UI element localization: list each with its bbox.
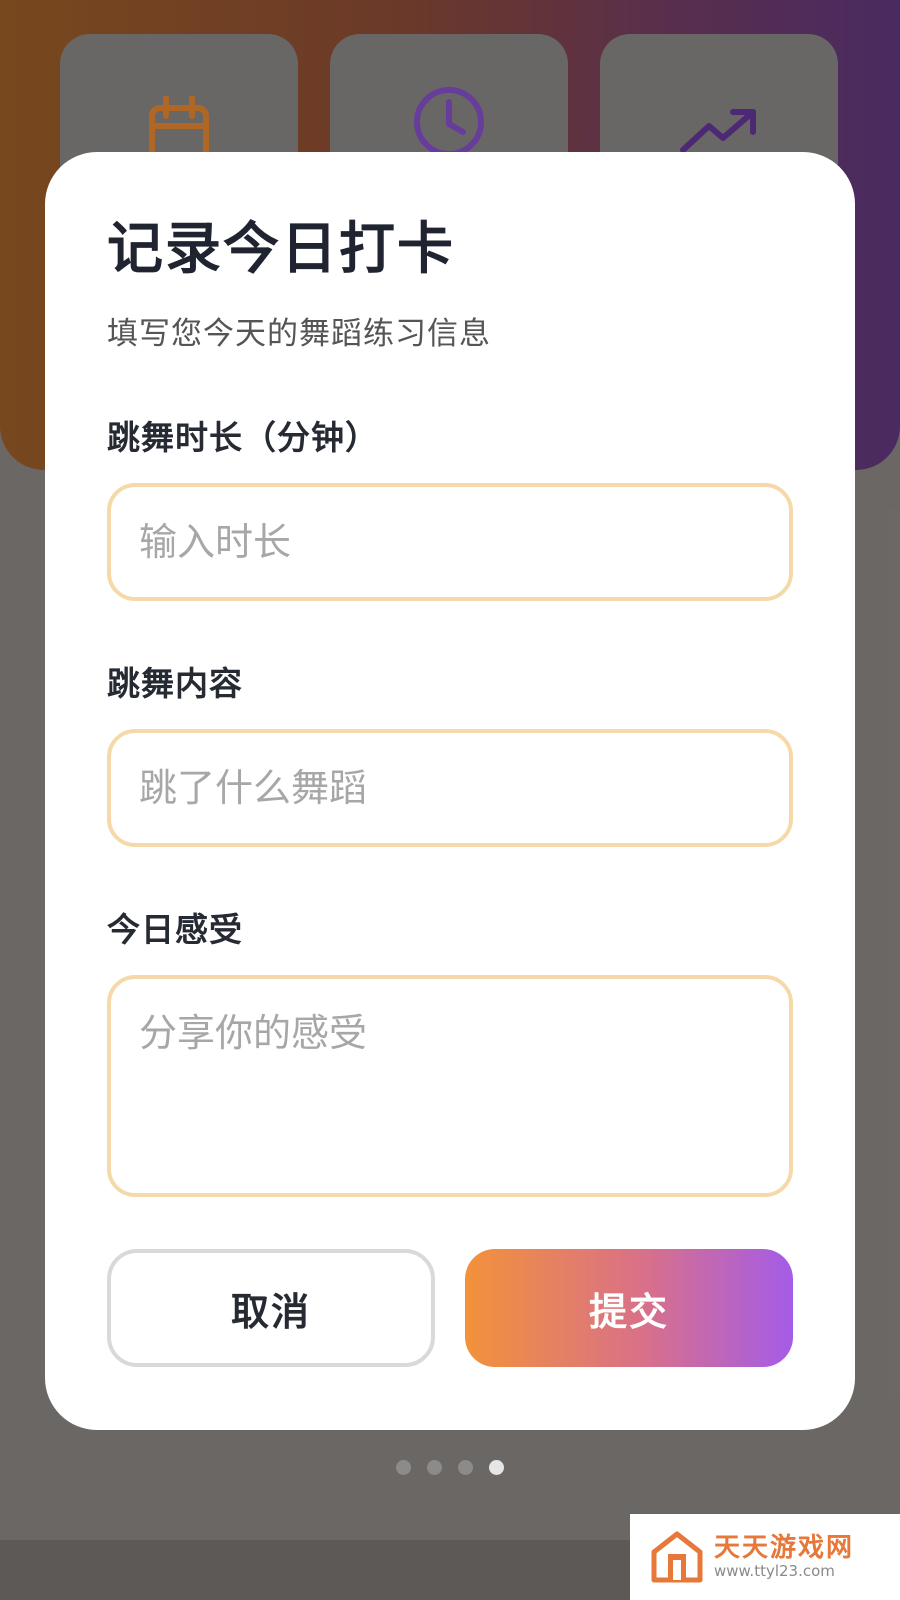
- content-input[interactable]: [107, 729, 793, 847]
- content-label: 跳舞内容: [107, 664, 243, 703]
- page-dot[interactable]: [396, 1460, 411, 1475]
- submit-button[interactable]: 提交: [465, 1249, 793, 1367]
- checkin-dialog: 记录今日打卡 填写您今天的舞蹈练习信息 跳舞时长（分钟） 跳舞内容 今日感受 取…: [45, 152, 855, 1430]
- duration-input[interactable]: [107, 483, 793, 601]
- duration-label: 跳舞时长（分钟）: [107, 418, 379, 457]
- feeling-label: 今日感受: [107, 910, 243, 949]
- watermark-name: 天天游戏网: [714, 1532, 855, 1563]
- watermark: 天天游戏网 www.ttyl23.com: [630, 1514, 900, 1600]
- dialog-subtitle: 填写您今天的舞蹈练习信息: [107, 316, 491, 352]
- dialog-actions: 取消 提交: [107, 1249, 793, 1367]
- page-indicator: [0, 1460, 900, 1475]
- page-dot[interactable]: [427, 1460, 442, 1475]
- watermark-url: www.ttyl23.com: [714, 1562, 835, 1581]
- dialog-title: 记录今日打卡: [107, 217, 455, 282]
- page-dot[interactable]: [458, 1460, 473, 1475]
- cancel-button[interactable]: 取消: [107, 1249, 435, 1367]
- feeling-textarea[interactable]: [107, 975, 793, 1197]
- house-logo-icon: [651, 1531, 703, 1583]
- page-dot-active[interactable]: [489, 1460, 504, 1475]
